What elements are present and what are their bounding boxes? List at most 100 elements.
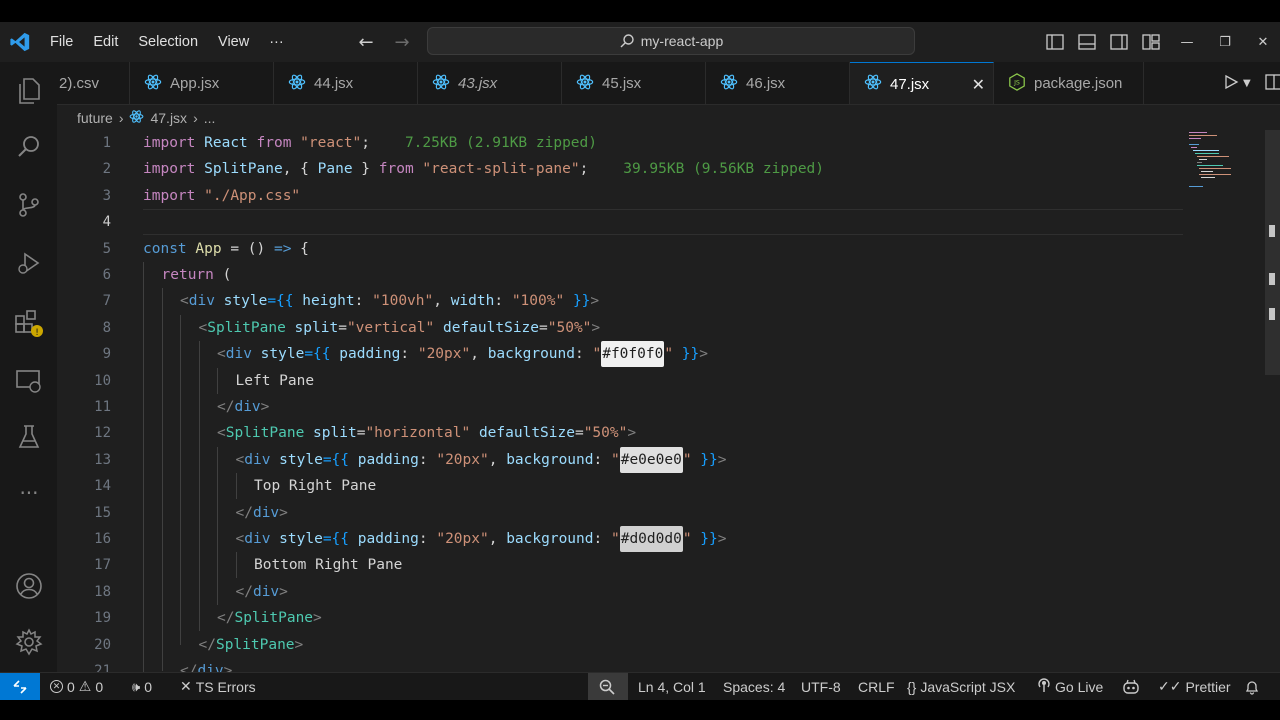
run-debug-icon[interactable] <box>14 248 44 278</box>
code-line-2: import SplitPane, { Pane } from "react-s… <box>143 161 825 178</box>
line-number-gutter: 1 2 3 4 5 6 7 8 9 10 11 12 13 14 15 16 1… <box>57 130 127 672</box>
ports-icon: 🕪 <box>132 678 141 694</box>
copilot-icon[interactable] <box>1122 673 1140 700</box>
scrollbar-thumb[interactable] <box>1265 130 1280 375</box>
warning-icon: ⚠ <box>78 678 92 694</box>
run-icon[interactable] <box>1223 74 1239 94</box>
tab-44-jsx[interactable]: 44.jsx <box>274 62 418 104</box>
breadcrumb-file[interactable]: 47.jsx <box>150 110 187 126</box>
forward-arrow-icon[interactable]: → <box>392 32 412 53</box>
testing-icon[interactable] <box>14 422 44 452</box>
code-editor[interactable]: 1 2 3 4 5 6 7 8 9 10 11 12 13 14 15 16 1… <box>57 130 1280 672</box>
tab-csv[interactable]: 2).csv <box>57 62 130 104</box>
ports-indicator[interactable]: 🕪 0 <box>132 673 152 700</box>
encoding[interactable]: UTF-8 <box>801 673 841 700</box>
explorer-icon[interactable] <box>14 76 44 106</box>
minimap[interactable] <box>1187 130 1243 190</box>
tab-47-jsx[interactable]: 47.jsx ✕ <box>850 62 994 104</box>
indent-guide <box>217 446 218 605</box>
remote-indicator-icon[interactable] <box>0 673 40 700</box>
cursor-position[interactable]: Ln 4, Col 1 <box>638 673 706 700</box>
line-number-current: 4 <box>102 214 111 231</box>
tab-label: 43.jsx <box>458 75 498 92</box>
line-number: 10 <box>94 372 111 389</box>
menu-view[interactable]: View <box>208 22 259 62</box>
language-mode[interactable]: {} JavaScript JSX <box>907 673 1015 700</box>
line-number: 15 <box>94 504 111 521</box>
line-number: 21 <box>94 663 111 672</box>
menu-selection[interactable]: Selection <box>128 22 208 62</box>
close-icon[interactable]: ✕ <box>1244 35 1280 50</box>
extensions-icon[interactable]: ! <box>14 308 44 338</box>
toggle-secondary-sidebar-icon[interactable] <box>1108 31 1130 53</box>
editor-tab-bar: 2).csv App.jsx 44.jsx 43.jsx 45.jsx 46.j… <box>57 62 1280 105</box>
vscode-logo-icon[interactable] <box>0 22 40 62</box>
notifications-bell-icon[interactable] <box>1244 673 1260 700</box>
minimize-icon[interactable]: — <box>1168 35 1206 50</box>
indent-guide <box>235 473 237 500</box>
tab-46-jsx[interactable]: 46.jsx <box>706 62 850 104</box>
code-line-14: Top Right Pane <box>254 478 377 495</box>
line-number: 1 <box>102 135 111 151</box>
react-icon <box>720 73 738 95</box>
chevron-right-icon: › <box>193 109 198 126</box>
line-number: 9 <box>102 346 111 363</box>
source-control-icon[interactable] <box>14 190 44 220</box>
breadcrumb-folder[interactable]: future <box>77 110 113 126</box>
tab-43-jsx[interactable]: 43.jsx <box>418 62 562 104</box>
import-cost-label: 39.95KB (9.56KB zipped) <box>623 161 825 178</box>
close-icon[interactable]: ✕ <box>972 75 985 95</box>
split-editor-icon[interactable] <box>1265 73 1280 94</box>
ts-errors-indicator[interactable]: ✕ TS Errors <box>180 673 256 700</box>
restore-icon[interactable]: ❐ <box>1206 35 1244 50</box>
x-icon: ✕ <box>180 678 192 694</box>
end-of-line[interactable]: CRLF <box>858 673 895 700</box>
breadcrumb-more[interactable]: ... <box>204 110 216 126</box>
indentation[interactable]: Spaces: 4 <box>723 673 785 700</box>
tab-label: package.json <box>1034 75 1123 92</box>
menu-file[interactable]: File <box>40 22 83 62</box>
title-bar: File Edit Selection View ··· ← → my-reac… <box>0 22 1280 62</box>
prettier-button[interactable]: ✓✓ Prettier <box>1158 673 1231 700</box>
code-line-9: <div style={{ padding: "20px", backgroun… <box>217 341 708 368</box>
code-line-6: return ( <box>161 267 232 283</box>
react-icon <box>432 73 450 95</box>
current-line-highlight <box>143 209 1183 236</box>
line-number: 11 <box>94 399 111 415</box>
warning-count: 0 <box>95 678 104 695</box>
zoom-icon[interactable] <box>598 673 616 700</box>
line-number: 20 <box>94 636 111 653</box>
vertical-scrollbar[interactable] <box>1265 130 1280 672</box>
settings-gear-icon[interactable] <box>14 627 44 657</box>
chevron-down-icon[interactable]: ▼ <box>1243 78 1251 89</box>
indent-guide <box>180 314 181 645</box>
problems-indicator[interactable]: ✕ 0 ⚠ 0 <box>50 673 103 700</box>
tab-45-jsx[interactable]: 45.jsx <box>562 62 706 104</box>
line-number: 6 <box>102 267 111 283</box>
line-number: 16 <box>94 531 111 547</box>
menu-edit[interactable]: Edit <box>83 22 128 62</box>
react-icon <box>864 73 882 95</box>
command-center-search[interactable]: my-react-app <box>427 27 915 55</box>
svg-text:!: ! <box>35 328 39 338</box>
toggle-panel-icon[interactable] <box>1076 31 1098 53</box>
code-line-8: <SplitPane split="vertical" defaultSize=… <box>198 319 601 336</box>
editor-actions: ▼ ··· <box>1217 62 1280 104</box>
search-icon[interactable] <box>14 132 44 162</box>
remote-explorer-icon[interactable] <box>14 366 44 396</box>
tab-app-jsx[interactable]: App.jsx <box>130 62 274 104</box>
customize-layout-icon[interactable] <box>1140 31 1162 53</box>
braces-icon: {} <box>907 678 917 695</box>
chevron-right-icon: › <box>118 109 124 126</box>
code-area[interactable]: import React from "react"; 7.25KB (2.91K… <box>143 130 1183 672</box>
toggle-primary-sidebar-icon[interactable] <box>1044 31 1066 53</box>
code-line-21: </div> <box>180 663 233 672</box>
menu-more[interactable]: ··· <box>259 22 294 62</box>
more-views-icon[interactable]: ··· <box>14 478 44 508</box>
back-arrow-icon[interactable]: ← <box>356 32 376 53</box>
indent-guide <box>217 367 218 394</box>
accounts-icon[interactable] <box>14 571 44 601</box>
tab-package-json[interactable]: JS package.json <box>994 62 1144 104</box>
line-number: 12 <box>94 425 111 442</box>
go-live-button[interactable]: Go Live <box>1037 673 1103 700</box>
